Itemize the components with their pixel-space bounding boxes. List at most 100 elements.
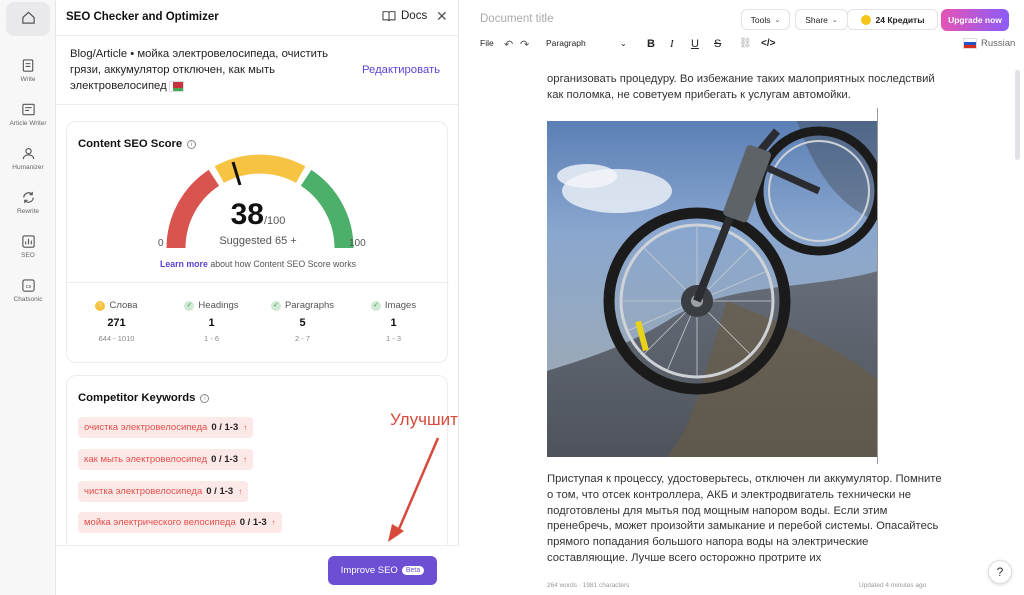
stat-words: ↑ Слова 271 644 - 1010	[69, 300, 164, 343]
gauge-max-label: 100	[349, 238, 366, 249]
word-count: 264 words	[547, 582, 577, 589]
arrow-up-icon: ↑	[271, 518, 276, 527]
docs-link[interactable]: Docs	[382, 10, 427, 22]
paragraph-label: Paragraph	[546, 38, 586, 48]
improve-seo-button[interactable]: Improve SEO Beta	[328, 556, 437, 585]
russia-flag-icon	[963, 38, 977, 49]
learn-more-rest: about how Content SEO Score works	[207, 259, 357, 269]
seo-icon	[21, 234, 35, 248]
keyword-chip[interactable]: как мыть электровелосипед 0 / 1-3 ↑	[78, 449, 253, 470]
improve-label: Improve SEO	[340, 565, 398, 576]
keyword-text: мойка электрического велосипеда	[84, 517, 236, 528]
chatsonic-icon: cs	[21, 278, 35, 292]
learn-more-link[interactable]: Learn more	[160, 259, 208, 269]
stat-label: Images	[384, 300, 417, 311]
bike-image[interactable]	[547, 121, 878, 457]
file-menu[interactable]: File	[480, 38, 494, 48]
rail-chatsonic[interactable]: cs Chatsonic	[0, 268, 56, 312]
keyword-chip[interactable]: очистка электровелосипеда 0 / 1-3 ↑	[78, 417, 254, 438]
score-value: 38	[230, 198, 264, 231]
strikethrough-icon[interactable]: S	[714, 38, 721, 50]
updated-time: Updated 4 minutes ago	[859, 582, 927, 589]
share-label: Share	[805, 14, 828, 25]
chevron-down-icon: ⌄	[774, 16, 781, 24]
language-label: Russian	[981, 38, 1016, 49]
panel-footer: Improve SEO Beta	[56, 545, 459, 595]
underline-icon[interactable]: U	[691, 38, 699, 50]
keywords-title-text: Competitor Keywords	[78, 392, 196, 404]
editor-toolbar: File ↶ ↷ Paragraph ⌄ B I U S ⛓ </> Russia…	[480, 38, 1015, 54]
stat-value: 5	[299, 317, 306, 329]
paragraph-2[interactable]: Приступая к процессу, удостоверьтесь, от…	[547, 472, 942, 567]
suggested-score: Suggested 65 +	[219, 235, 297, 247]
bicycle-photo	[547, 121, 878, 457]
tools-button[interactable]: Tools ⌄	[741, 9, 790, 30]
image-resize-handle[interactable]	[877, 108, 878, 464]
arrow-up-icon: ↑	[238, 487, 243, 496]
paragraph-1[interactable]: организовать процедуру. Во избежание так…	[547, 72, 942, 104]
score-title-text: Content SEO Score	[78, 138, 183, 150]
word-count-status: 264 words · 1981 characters	[547, 582, 630, 589]
keyword-text: чистка электровелосипеда	[84, 486, 203, 497]
redo-icon[interactable]: ↷	[520, 38, 529, 51]
chevron-down-icon: ⌄	[620, 38, 627, 48]
stat-label: Paragraphs	[284, 300, 335, 311]
char-count: 1981 characters	[582, 582, 630, 589]
rail-humanizer[interactable]: Humanizer	[0, 136, 56, 180]
warning-up-icon: ↑	[95, 300, 106, 311]
rail-label-humanizer: Humanizer	[12, 163, 44, 171]
keyword-count: 0 / 1-3	[239, 517, 267, 528]
italic-icon[interactable]: I	[670, 38, 674, 50]
belarus-flag-icon	[168, 80, 184, 92]
undo-icon[interactable]: ↶	[504, 38, 513, 51]
upgrade-button[interactable]: Upgrade now	[941, 9, 1009, 31]
language-select[interactable]: Russian⌄	[963, 38, 1024, 49]
left-rail: Write Article Writer Humanizer Rewrite S…	[0, 0, 56, 595]
keyword-count: 0 / 1-3	[211, 454, 238, 465]
link-icon[interactable]: ⛓	[739, 38, 752, 49]
rail-article-writer[interactable]: Article Writer	[0, 92, 56, 136]
tools-label: Tools	[750, 14, 771, 25]
rail-write[interactable]: Write	[0, 48, 56, 92]
stat-images: ✓ Images 1 1 - 3	[346, 300, 441, 343]
gauge-yellow-segment	[214, 154, 306, 184]
scrollbar[interactable]	[1015, 70, 1020, 160]
annotation-arrow	[388, 437, 440, 542]
info-icon[interactable]: i	[187, 139, 197, 149]
keyword-chip[interactable]: мойка электрического велосипеда 0 / 1-3 ↑	[78, 512, 282, 533]
keyword-count: 0 / 1-3	[206, 486, 234, 497]
check-icon: ✓	[184, 300, 195, 311]
code-icon[interactable]: </>	[761, 38, 775, 49]
rail-label-seo: SEO	[21, 251, 35, 259]
score-display: 38/100	[67, 198, 449, 232]
arrow-up-icon: ↑	[243, 455, 247, 464]
topic-summary: Blog/Article • мойка электровелосипеда, …	[70, 46, 360, 94]
app-root: Write Article Writer Humanizer Rewrite S…	[0, 0, 1024, 595]
keyword-text: как мыть электровелосипед	[84, 454, 208, 465]
info-icon[interactable]: i	[200, 393, 210, 403]
rail-label-article: Article Writer	[9, 119, 47, 127]
help-icon[interactable]: ?	[988, 560, 1012, 584]
stat-value: 271	[107, 317, 126, 329]
keyword-count: 0 / 1-3	[211, 422, 239, 433]
credits-badge[interactable]: 24 Кредиты	[847, 9, 938, 30]
bold-icon[interactable]: B	[647, 38, 655, 50]
document-title-input[interactable]: Document title	[480, 13, 554, 25]
rail-seo[interactable]: SEO	[0, 224, 56, 268]
rail-rewrite[interactable]: Rewrite	[0, 180, 56, 224]
share-button[interactable]: Share ⌄	[795, 9, 848, 30]
chevron-down-icon: ⌄	[831, 16, 838, 24]
rail-label-write: Write	[20, 75, 36, 83]
rail-home[interactable]	[6, 2, 50, 36]
paragraph-select[interactable]: Paragraph ⌄	[546, 38, 631, 48]
score-card-title: Content SEO Score i	[78, 138, 197, 150]
edit-link[interactable]: Редактировать	[362, 64, 440, 76]
rail-label-chatsonic: Chatsonic	[13, 295, 43, 303]
stat-range: 2 - 7	[294, 334, 310, 343]
home-icon	[21, 11, 35, 24]
stat-range: 1 - 6	[203, 334, 219, 343]
close-icon[interactable]: ✕	[436, 8, 448, 25]
keyword-chip[interactable]: чистка электровелосипеда 0 / 1-3 ↑	[78, 481, 249, 502]
keyword-text: очистка электровелосипеда	[84, 422, 208, 433]
person-icon	[22, 147, 34, 159]
